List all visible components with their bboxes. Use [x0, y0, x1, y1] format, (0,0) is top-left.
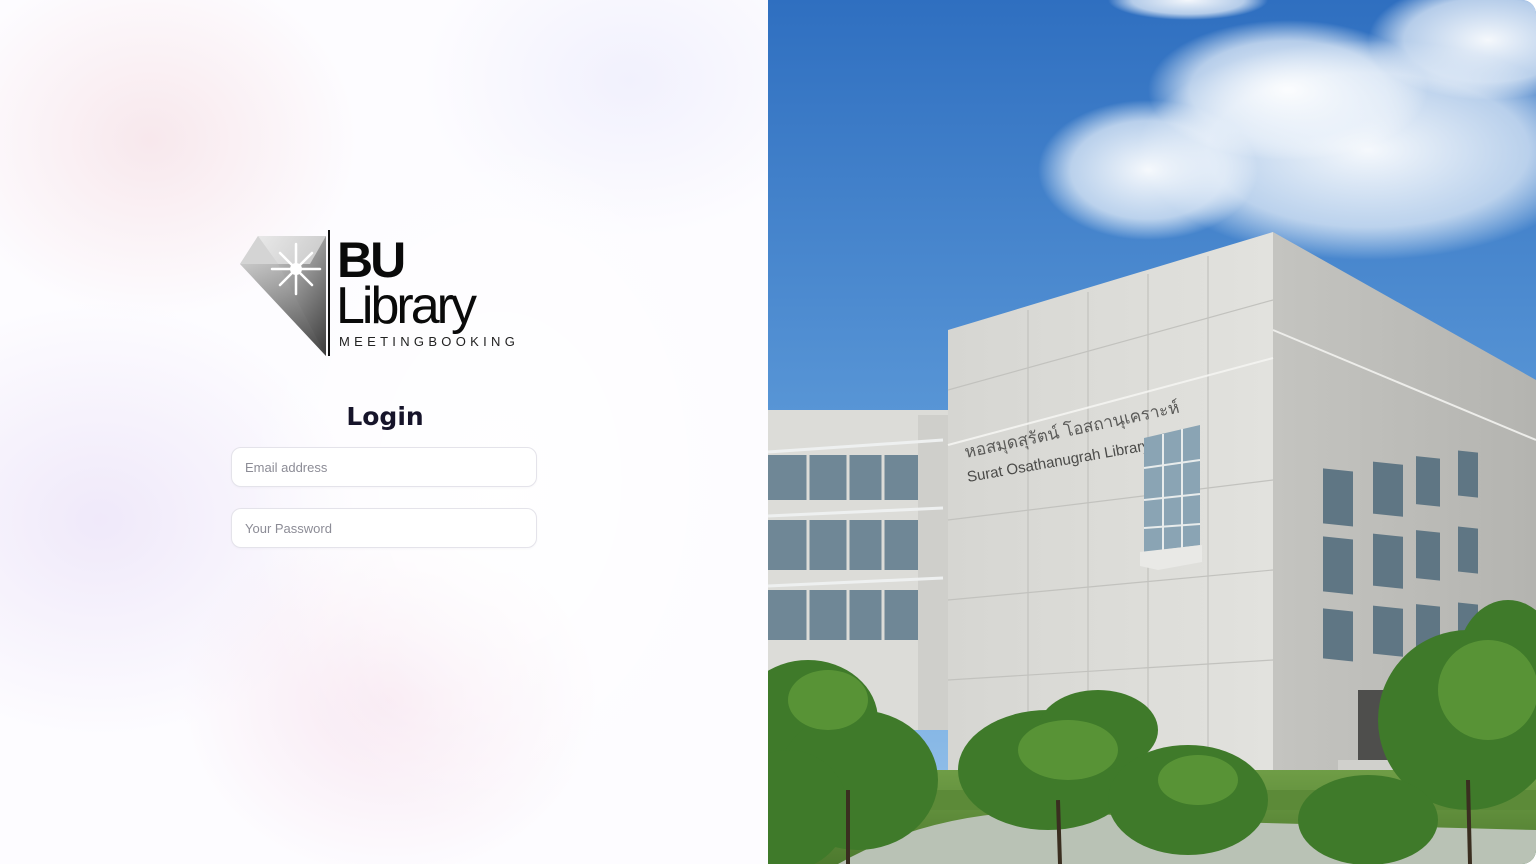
logo-text-library: Library [336, 277, 477, 335]
password-field[interactable] [231, 508, 537, 548]
bu-library-logo: BU Library MEETINGBOOKING [238, 230, 548, 358]
library-building-image: หอสมุดสุรัตน์ โอสถานุเคราะห์ Surat Osath… [768, 0, 1536, 864]
email-field[interactable] [231, 447, 537, 487]
library-photo: หอสมุดสุรัตน์ โอสถานุเคราะห์ Surat Osath… [768, 0, 1536, 864]
logo-tagline: MEETINGBOOKING [339, 334, 520, 349]
logo-divider [328, 230, 330, 356]
login-page: BU Library MEETINGBOOKING Login Email ad… [0, 0, 1536, 864]
diamond-star-icon [240, 236, 326, 356]
login-heading: Login [346, 402, 424, 431]
login-panel: BU Library MEETINGBOOKING Login [0, 0, 768, 864]
